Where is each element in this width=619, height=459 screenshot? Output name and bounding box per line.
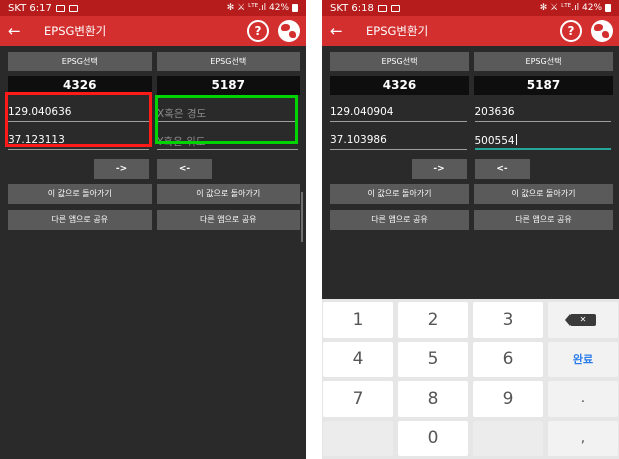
left-y-value: 37.103986 [330, 134, 387, 146]
highlight-box-red [5, 92, 152, 147]
app-bar: ← EPSG변환기 ? [0, 16, 306, 46]
status-time: SKT 6:18 [330, 2, 374, 14]
numeric-keyboard: 1 2 3 ✕ 4 5 6 완료 7 8 9 . 0 , [322, 299, 619, 459]
screenshot-after: SKT 6:18 ✻ ⚔ ᴸᵀᴱ.ıl 42% ← EPSG변환기 ? EPSG… [322, 0, 619, 459]
converter-panel: EPSG선택 EPSG선택 4326 5187 129.040904 37.10… [322, 46, 619, 230]
right-x-input[interactable]: 203636 [474, 97, 614, 125]
status-bar: SKT 6:17 ✻ ⚔ ᴸᵀᴱ.ıl 42% [0, 0, 306, 16]
status-indicators: ✻ ⚔ ᴸᵀᴱ.ıl 42% [226, 3, 289, 13]
status-bar: SKT 6:18 ✻ ⚔ ᴸᵀᴱ.ıl 42% [322, 0, 619, 16]
back-arrow-icon[interactable]: ← [330, 22, 350, 40]
globe-icon[interactable] [278, 20, 300, 42]
convert-right-button[interactable]: -> [94, 159, 149, 179]
status-indicators: ✻ ⚔ ᴸᵀᴱ.ıl 42% [539, 3, 602, 13]
status-time: SKT 6:17 [8, 2, 52, 14]
key-1[interactable]: 1 [323, 302, 393, 338]
screenshot-before: SKT 6:17 ✻ ⚔ ᴸᵀᴱ.ıl 42% ← EPSG변환기 ? EPSG… [0, 0, 306, 459]
right-y-value: 500554 [474, 135, 515, 147]
share-left-button[interactable]: 다른 앱으로 공유 [330, 210, 469, 230]
share-right-button[interactable]: 다른 앱으로 공유 [156, 210, 300, 230]
return-left-button[interactable]: 이 값으로 돌아가기 [330, 184, 469, 204]
key-7[interactable]: 7 [323, 381, 393, 417]
epsg-code-left: 4326 [330, 76, 469, 95]
key-4[interactable]: 4 [323, 341, 393, 377]
convert-left-button[interactable]: <- [474, 159, 530, 179]
key-delete[interactable]: ✕ [548, 302, 618, 338]
gallery-icon [377, 4, 387, 12]
notification-icon [390, 4, 400, 12]
left-x-value: 129.040904 [330, 106, 394, 118]
epsg-select-left-button[interactable]: EPSG선택 [8, 52, 152, 71]
key-dot[interactable]: . [548, 381, 618, 417]
backspace-icon: ✕ [565, 313, 596, 326]
key-2[interactable]: 2 [398, 302, 468, 338]
help-icon[interactable]: ? [247, 20, 269, 42]
battery-icon [605, 4, 611, 12]
notification-icon [68, 4, 78, 12]
app-title: EPSG변환기 [366, 24, 429, 38]
key-6[interactable]: 6 [473, 341, 543, 377]
epsg-code-right: 5187 [156, 76, 300, 95]
epsg-select-left-button[interactable]: EPSG선택 [330, 52, 469, 71]
left-x-input[interactable]: 129.040904 [330, 97, 469, 125]
key-9[interactable]: 9 [473, 381, 543, 417]
share-right-button[interactable]: 다른 앱으로 공유 [474, 210, 613, 230]
app-title: EPSG변환기 [44, 24, 107, 38]
gallery-icon [55, 4, 65, 12]
epsg-select-right-button[interactable]: EPSG선택 [156, 52, 300, 71]
key-3[interactable]: 3 [473, 302, 543, 338]
key-done[interactable]: 완료 [548, 341, 618, 377]
globe-icon[interactable] [591, 20, 613, 42]
return-right-button[interactable]: 이 값으로 돌아가기 [474, 184, 613, 204]
right-y-input[interactable]: 500554 [474, 125, 614, 153]
convert-right-button[interactable]: -> [411, 159, 467, 179]
right-x-value: 203636 [474, 106, 515, 118]
key-blank [323, 420, 393, 456]
highlight-box-green [155, 95, 298, 144]
share-left-button[interactable]: 다른 앱으로 공유 [8, 210, 152, 230]
battery-icon [292, 4, 298, 12]
text-cursor [515, 134, 517, 145]
epsg-select-right-button[interactable]: EPSG선택 [474, 52, 613, 71]
scrollbar[interactable] [301, 192, 303, 242]
epsg-code-right: 5187 [474, 76, 613, 95]
key-blank-2 [473, 420, 543, 456]
left-y-input[interactable]: 37.103986 [330, 125, 469, 153]
key-0[interactable]: 0 [398, 420, 468, 456]
return-left-button[interactable]: 이 값으로 돌아가기 [8, 184, 152, 204]
back-arrow-icon[interactable]: ← [8, 22, 28, 40]
app-bar: ← EPSG변환기 ? [322, 16, 619, 46]
key-comma[interactable]: , [548, 420, 618, 456]
help-icon[interactable]: ? [560, 20, 582, 42]
key-5[interactable]: 5 [398, 341, 468, 377]
return-right-button[interactable]: 이 값으로 돌아가기 [156, 184, 300, 204]
convert-left-button[interactable]: <- [157, 159, 212, 179]
key-8[interactable]: 8 [398, 381, 468, 417]
